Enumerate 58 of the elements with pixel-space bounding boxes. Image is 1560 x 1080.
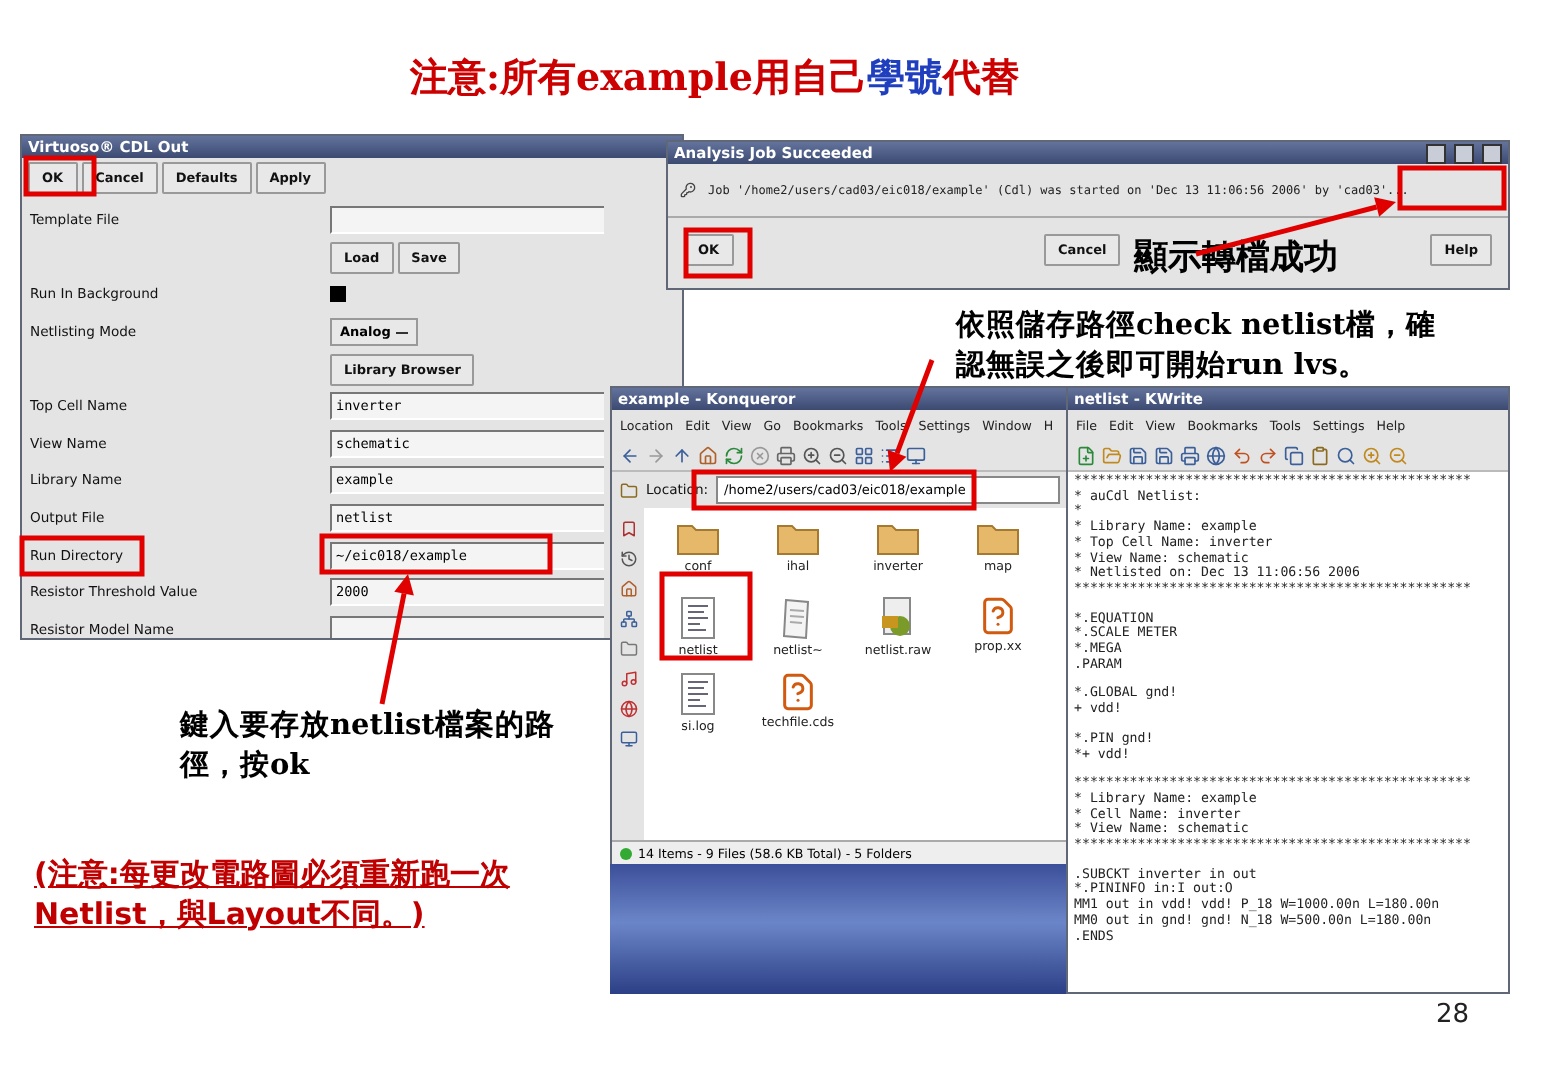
highlight-rectangle	[659, 571, 753, 661]
checkbox[interactable]	[330, 286, 346, 303]
slide-title: 代替	[942, 54, 1019, 104]
warning-note: (注意:每更改電路圖必須重新跑一次 Netlist，與Layout不同。)	[34, 856, 510, 934]
highlight-rectangle	[683, 227, 753, 279]
text-file-icon[interactable]	[680, 596, 716, 640]
folder-icon[interactable]	[620, 481, 638, 499]
grid-view-icon[interactable]	[854, 446, 874, 466]
history-icon[interactable]	[619, 550, 637, 568]
reload-icon[interactable]	[724, 446, 744, 466]
globe-icon[interactable]	[619, 700, 637, 718]
folder-icon[interactable]	[619, 640, 637, 658]
save-icon[interactable]	[1128, 446, 1148, 466]
text-file-icon[interactable]	[680, 672, 716, 716]
home-icon[interactable]	[698, 446, 718, 466]
dash-icon	[396, 331, 409, 334]
bookmark-icon[interactable]	[619, 520, 637, 538]
close-button[interactable]	[1482, 143, 1502, 163]
question-file-icon[interactable]	[978, 596, 1018, 636]
clipboard-icon[interactable]	[1310, 446, 1330, 466]
annotation-text: 鍵入要存放netlist檔案的路徑，按ok	[180, 706, 557, 785]
back-icon[interactable]	[620, 446, 640, 466]
folder-icon[interactable]	[1102, 446, 1122, 466]
status-dot-icon	[620, 848, 632, 860]
save-as-icon[interactable]	[1154, 446, 1174, 466]
home-icon[interactable]	[619, 580, 637, 598]
key-icon[interactable]	[680, 182, 696, 198]
new-file-icon[interactable]	[1076, 446, 1096, 466]
arrow	[379, 574, 414, 705]
redo-icon[interactable]	[1258, 446, 1278, 466]
question-file-icon[interactable]	[778, 672, 818, 712]
text-field[interactable]	[330, 206, 604, 235]
monitor-icon[interactable]	[906, 446, 926, 466]
zoom-in-icon[interactable]	[802, 446, 822, 466]
slide-title: 學號	[866, 54, 943, 104]
folder-icon[interactable]	[876, 520, 920, 556]
annotation-text: 依照儲存路徑check netlist檔，確認無誤之後即可開始run lvs。	[956, 306, 1438, 385]
folder-icon[interactable]	[776, 520, 820, 556]
page-number: 28	[1436, 1000, 1470, 1030]
printer-icon[interactable]	[776, 446, 796, 466]
network-icon[interactable]	[619, 610, 637, 628]
printer-icon[interactable]	[1180, 446, 1200, 466]
maximize-button[interactable]	[1454, 143, 1474, 163]
search-icon[interactable]	[1336, 446, 1356, 466]
up-icon[interactable]	[672, 446, 692, 466]
folder-icon[interactable]	[676, 520, 720, 556]
text-field[interactable]	[330, 615, 604, 638]
highlight-rectangle	[19, 535, 145, 577]
monitor-icon[interactable]	[619, 730, 637, 748]
copy-icon[interactable]	[1284, 446, 1304, 466]
minimize-button[interactable]	[1426, 143, 1446, 163]
undo-icon[interactable]	[1232, 446, 1252, 466]
highlight-rectangle	[23, 155, 97, 197]
zoom-out-icon[interactable]	[828, 446, 848, 466]
globe-icon[interactable]	[1206, 446, 1226, 466]
music-icon[interactable]	[619, 670, 637, 688]
folder-icon[interactable]	[976, 520, 1020, 556]
slide-title: 注意:所有example用自己	[410, 54, 867, 104]
